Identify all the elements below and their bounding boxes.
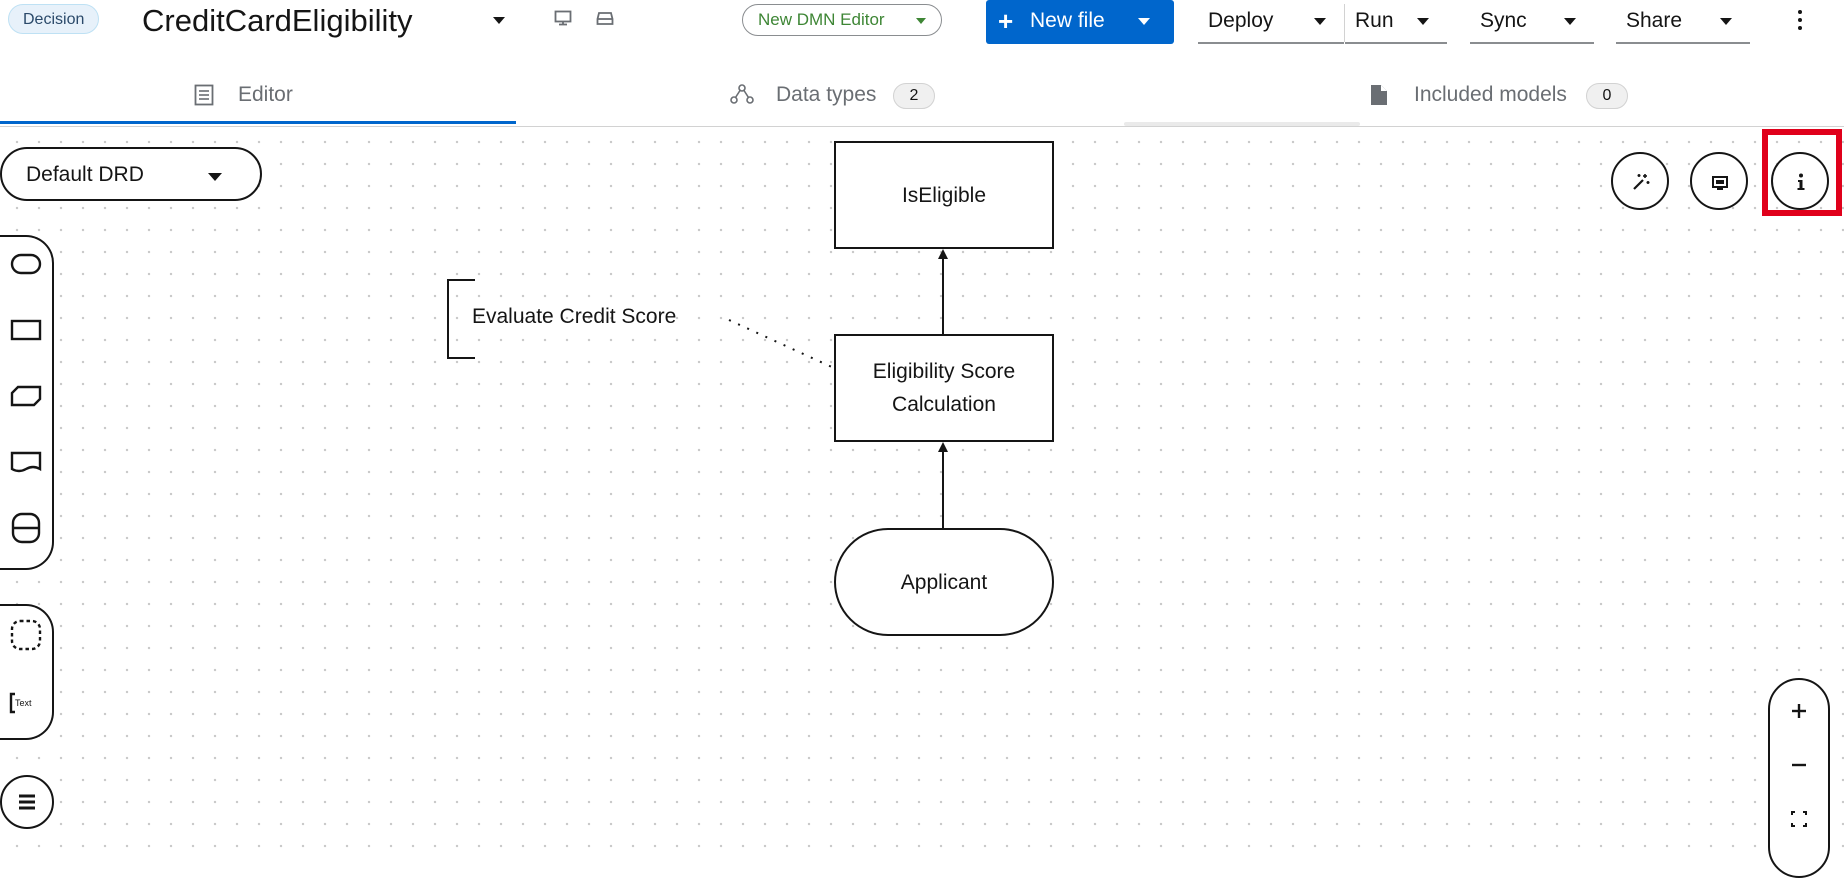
drd-selector[interactable]: Default DRD bbox=[0, 147, 262, 201]
text-annotation-icon[interactable]: Text bbox=[9, 686, 43, 720]
input-data-node-applicant[interactable]: Applicant bbox=[834, 528, 1054, 636]
bkm-icon[interactable] bbox=[9, 379, 43, 413]
drd-selector-label: Default DRD bbox=[26, 163, 144, 186]
group-icon[interactable] bbox=[9, 618, 43, 652]
knowledge-source-icon[interactable] bbox=[9, 445, 43, 479]
node-palette bbox=[0, 235, 54, 570]
node-label: IsEligible bbox=[901, 183, 987, 207]
highlight-box bbox=[1762, 129, 1842, 216]
association-annotation bbox=[728, 319, 835, 369]
list-icon bbox=[19, 794, 35, 810]
decision-node-iseligible[interactable]: IsEligible bbox=[834, 141, 1054, 249]
input-data-icon[interactable] bbox=[9, 247, 43, 281]
zoom-in-icon[interactable] bbox=[1770, 688, 1828, 734]
arrowhead-icon bbox=[938, 249, 948, 259]
overlays-button[interactable] bbox=[1690, 152, 1748, 210]
decision-node-eligibility-score-calculation[interactable]: Eligibility Score Calculation bbox=[834, 334, 1054, 442]
node-label-line1: Eligibility Score bbox=[872, 360, 1016, 383]
text-annotation-glyph: Text bbox=[15, 698, 32, 708]
zoom-controls bbox=[1768, 678, 1830, 878]
artifact-palette: Text bbox=[0, 604, 54, 740]
auto-layout-icon bbox=[1633, 174, 1650, 190]
node-label-line2: Calculation bbox=[892, 393, 996, 416]
decision-icon[interactable] bbox=[9, 313, 43, 347]
list-button[interactable] bbox=[0, 775, 54, 829]
arrowhead-icon bbox=[938, 442, 948, 452]
overlays-icon bbox=[1712, 176, 1728, 190]
auto-layout-button[interactable] bbox=[1611, 152, 1669, 210]
text-annotation-label[interactable]: Evaluate Credit Score bbox=[472, 305, 676, 329]
decision-service-icon[interactable] bbox=[9, 511, 43, 545]
chevron-down-icon bbox=[208, 173, 222, 181]
zoom-out-icon[interactable] bbox=[1770, 742, 1828, 788]
fit-to-screen-icon[interactable] bbox=[1770, 796, 1828, 842]
node-label: Applicant bbox=[900, 570, 988, 594]
text-annotation-bracket[interactable] bbox=[447, 279, 475, 359]
